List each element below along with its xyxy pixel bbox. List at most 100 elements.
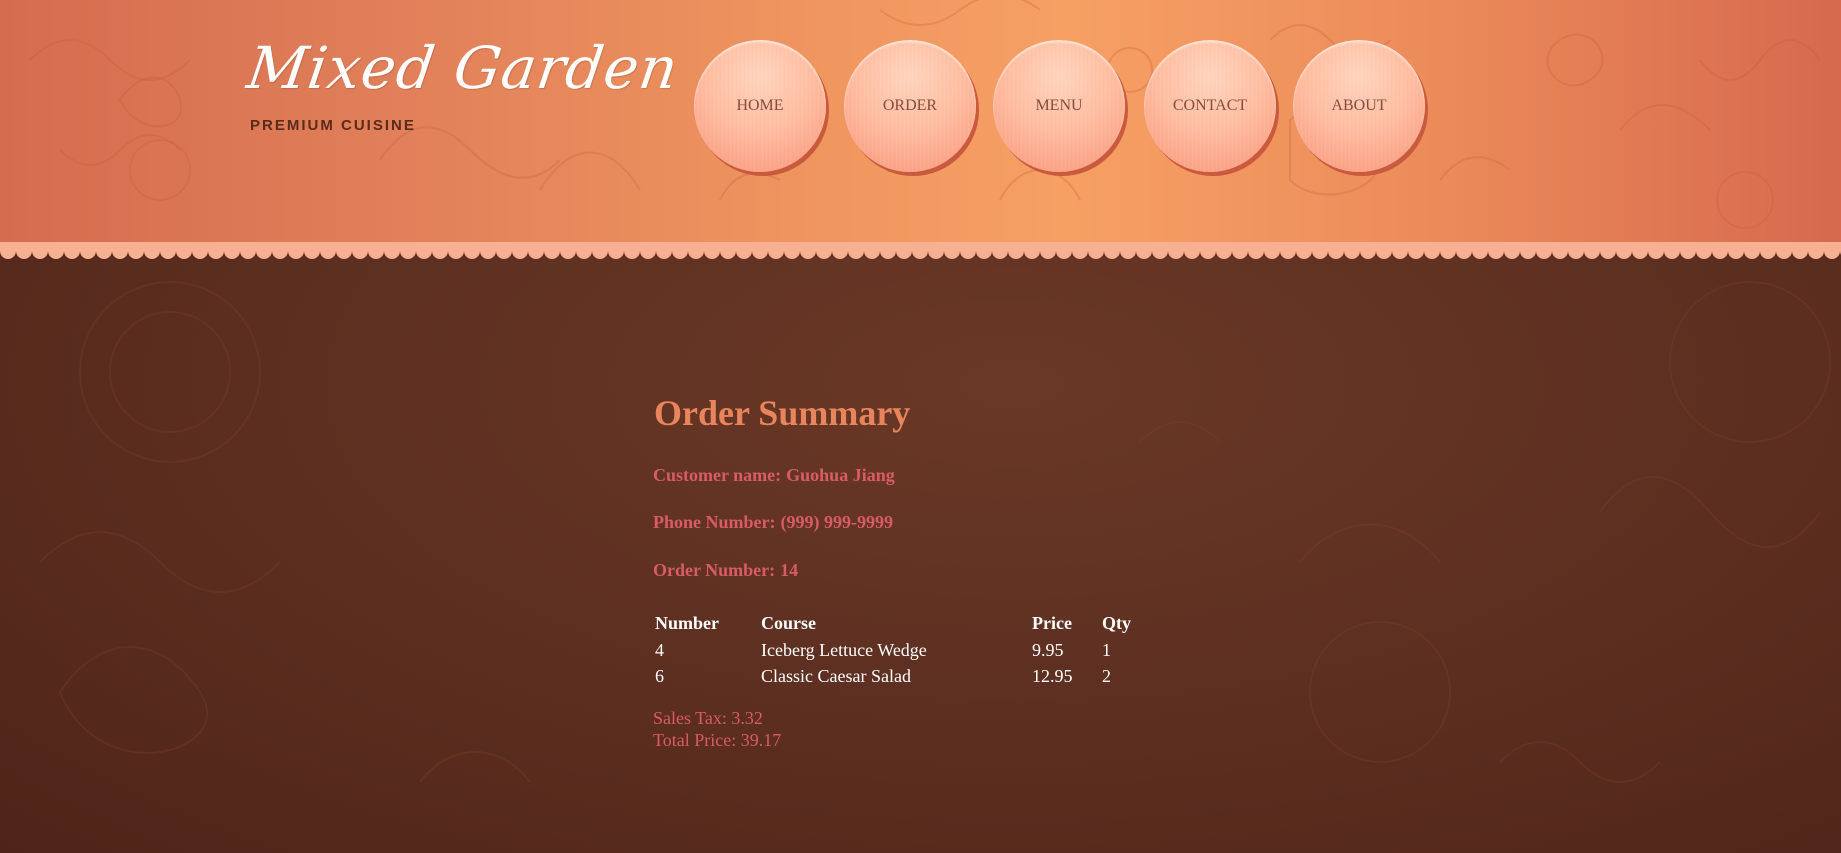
scallop-bump: [752, 243, 768, 259]
order-number-value: 14: [780, 560, 799, 580]
scallop-bump: [1264, 243, 1280, 259]
scallop-bump: [1312, 243, 1328, 259]
site-logo[interactable]: Mixed Garden: [243, 34, 683, 102]
scallop-bump: [848, 243, 864, 259]
scallop-bump: [384, 243, 400, 259]
scallop-bump: [1568, 243, 1584, 259]
scallop-bump: [1808, 243, 1824, 259]
scallop-bump: [1168, 243, 1184, 259]
scallop-bump: [1424, 243, 1440, 259]
scallop-bump: [944, 243, 960, 259]
scallop-bump: [64, 243, 80, 259]
nav-home-button[interactable]: HOME: [694, 40, 826, 172]
scallop-bump: [1792, 243, 1808, 259]
scallop-bump: [992, 243, 1008, 259]
column-header-number: Number: [655, 613, 719, 633]
scallop-bump: [1680, 243, 1696, 259]
nav-menu-button[interactable]: MENU: [993, 40, 1125, 172]
scallop-bump: [784, 243, 800, 259]
scallop-bump: [912, 243, 928, 259]
scallop-bump: [208, 243, 224, 259]
scallop-bump: [880, 243, 896, 259]
scallop-bump: [688, 243, 704, 259]
scallop-bump: [720, 243, 736, 259]
scallop-bump: [1600, 243, 1616, 259]
scallop-bump: [1408, 243, 1424, 259]
scallop-bump: [1552, 243, 1568, 259]
scallop-bump: [336, 243, 352, 259]
scallop-bump: [1536, 243, 1552, 259]
row-qty-cell: 1: [1102, 639, 1111, 660]
scallop-bump: [240, 243, 256, 259]
scallop-bump: [576, 243, 592, 259]
header-scalloped-border: [0, 242, 1841, 259]
scallop-bump: [1056, 243, 1072, 259]
sales-tax-label: Sales Tax:: [653, 708, 727, 728]
scallop-bump: [864, 243, 880, 259]
scallop-bump: [80, 243, 96, 259]
scallop-bump: [560, 243, 576, 259]
scallop-bump: [1104, 243, 1120, 259]
scallop-bump: [1616, 243, 1632, 259]
order-number-label: Order Number:: [653, 560, 776, 580]
scallop-bump: [448, 243, 464, 259]
column-header-course: Course: [761, 613, 816, 633]
scallop-bump: [1024, 243, 1040, 259]
row-price-cell: 9.95: [1032, 639, 1064, 660]
scallop-bump: [608, 243, 624, 259]
scallop-bump: [192, 243, 208, 259]
order-number-line: Order Number: 14: [653, 560, 798, 581]
scallop-bump: [800, 243, 816, 259]
phone-number-label: Phone Number:: [653, 512, 776, 532]
scallop-bump: [1136, 243, 1152, 259]
sales-tax-value: 3.32: [731, 708, 763, 728]
scallop-bump: [176, 243, 192, 259]
total-price-label: Total Price:: [653, 730, 737, 750]
column-header-price: Price: [1032, 613, 1072, 633]
scallop-bump: [832, 243, 848, 259]
sales-tax-line: Sales Tax: 3.32: [653, 708, 763, 729]
background-doodle-pattern: [39, 281, 1831, 783]
scallop-bump: [96, 243, 112, 259]
customer-name-value: Guohua Jiang: [786, 465, 895, 485]
scallop-bump: [1376, 243, 1392, 259]
phone-number-line: Phone Number: (999) 999-9999: [653, 512, 893, 533]
site-tagline: PREMIUM CUISINE: [250, 117, 416, 134]
row-qty-cell: 2: [1102, 665, 1111, 686]
scallop-bump: [1184, 243, 1200, 259]
scallop-bump: [256, 243, 272, 259]
scallop-bump: [144, 243, 160, 259]
scallop-bump: [1456, 243, 1472, 259]
scallop-bump: [32, 243, 48, 259]
scallop-bump: [1200, 243, 1216, 259]
scallop-bump: [320, 243, 336, 259]
scallop-bump: [368, 243, 384, 259]
table-row: 4 Iceberg Lettuce Wedge 9.95 1: [653, 637, 1144, 663]
scallop-bump: [288, 243, 304, 259]
nav-about-button[interactable]: ABOUT: [1293, 40, 1425, 172]
scallop-bump: [432, 243, 448, 259]
scallop-bump: [1008, 243, 1024, 259]
scallop-bump: [1696, 243, 1712, 259]
scallop-bump: [1776, 243, 1792, 259]
customer-name-line: Customer name: Guohua Jiang: [653, 465, 895, 486]
scallop-bump: [512, 243, 528, 259]
scallop-bump: [1760, 243, 1776, 259]
scallop-bump: [224, 243, 240, 259]
table-header-row: Number Course Price Qty: [653, 610, 1144, 637]
scallop-bump: [816, 243, 832, 259]
scallop-bump: [960, 243, 976, 259]
scallop-bump: [1440, 243, 1456, 259]
scallop-bump: [112, 243, 128, 259]
scallop-bump: [48, 243, 64, 259]
scallop-bump: [496, 243, 512, 259]
scallop-bump: [1328, 243, 1344, 259]
scallop-bump: [352, 243, 368, 259]
nav-order-button[interactable]: ORDER: [844, 40, 976, 172]
scallop-bump: [1344, 243, 1360, 259]
scallop-bump: [1648, 243, 1664, 259]
nav-contact-button[interactable]: CONTACT: [1144, 40, 1276, 172]
scallop-bump: [656, 243, 672, 259]
row-price-cell: 12.95: [1032, 665, 1073, 686]
customer-name-label: Customer name:: [653, 465, 782, 485]
